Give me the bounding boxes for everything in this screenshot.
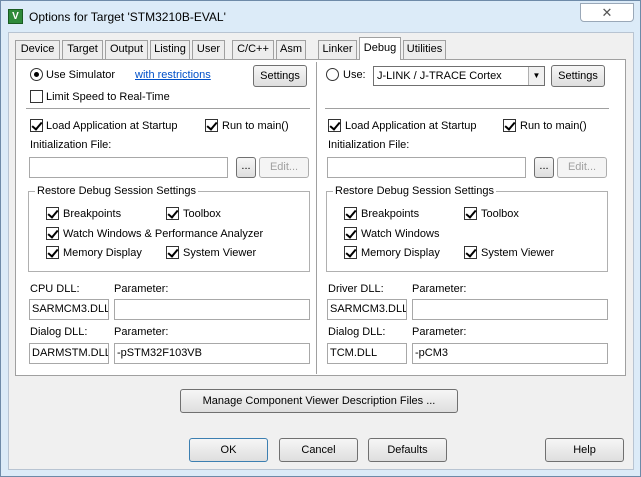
- cpu-dll-parameter-input[interactable]: [114, 299, 310, 320]
- tab-asm[interactable]: Asm: [276, 40, 306, 59]
- tab-device[interactable]: Device: [15, 40, 60, 59]
- title-bar[interactable]: V Options for Target 'STM3210B-EVAL' ✕: [1, 1, 640, 32]
- left-run-to-main-label: Run to main(): [222, 120, 289, 132]
- ok-button[interactable]: OK: [189, 438, 268, 462]
- left-edit-button[interactable]: Edit...: [259, 157, 309, 178]
- left-breakpoints-checkbox[interactable]: [46, 207, 59, 220]
- left-separator: [26, 108, 310, 110]
- right-system-viewer-checkbox[interactable]: [464, 246, 477, 259]
- left-dialog-parameter-label: Parameter:: [114, 326, 169, 338]
- driver-dll-label: Driver DLL:: [328, 283, 384, 295]
- use-debugger-radio[interactable]: [326, 68, 339, 81]
- tab-output[interactable]: Output: [105, 40, 148, 59]
- left-breakpoints-label: Breakpoints: [63, 208, 122, 220]
- left-browse-button[interactable]: ...: [236, 157, 256, 178]
- right-dialog-parameter-input[interactable]: -pCM3: [412, 343, 608, 364]
- with-restrictions-link[interactable]: with restrictions: [135, 69, 211, 81]
- left-load-app-label: Load Application at Startup: [46, 120, 178, 132]
- left-dialog-parameter-input[interactable]: -pSTM32F103VB: [114, 343, 310, 364]
- right-edit-button[interactable]: Edit...: [557, 157, 607, 178]
- right-toolbox-label: Toolbox: [481, 208, 519, 220]
- close-button[interactable]: ✕: [580, 3, 634, 22]
- left-init-file-input[interactable]: [29, 157, 228, 178]
- manage-component-viewer-button[interactable]: Manage Component Viewer Description File…: [180, 389, 458, 413]
- column-divider: [316, 62, 318, 374]
- tab-target[interactable]: Target: [62, 40, 103, 59]
- debugger-select-value: J-LINK / J-TRACE Cortex: [377, 70, 502, 82]
- use-debugger-label: Use:: [343, 69, 366, 81]
- right-restore-group-title: Restore Debug Session Settings: [333, 185, 496, 197]
- driver-dll-parameter-input[interactable]: [412, 299, 608, 320]
- right-dialog-dll-label: Dialog DLL:: [328, 326, 386, 338]
- right-dialog-dll-input[interactable]: TCM.DLL: [327, 343, 407, 364]
- right-init-file-input[interactable]: [327, 157, 526, 178]
- tab-listing[interactable]: Listing: [150, 40, 190, 59]
- right-watch-label: Watch Windows: [361, 228, 440, 240]
- simulator-settings-button[interactable]: Settings: [253, 65, 307, 87]
- left-toolbox-checkbox[interactable]: [166, 207, 179, 220]
- limit-speed-checkbox[interactable]: [30, 90, 43, 103]
- left-load-app-checkbox[interactable]: [30, 119, 43, 132]
- left-toolbox-label: Toolbox: [183, 208, 221, 220]
- use-simulator-label: Use Simulator: [46, 69, 116, 81]
- limit-speed-label: Limit Speed to Real-Time: [46, 91, 170, 103]
- tab-debug[interactable]: Debug: [359, 37, 401, 60]
- cpu-dll-input[interactable]: SARMCM3.DLL: [29, 299, 109, 320]
- debugger-settings-button[interactable]: Settings: [551, 65, 605, 87]
- cancel-button[interactable]: Cancel: [279, 438, 358, 462]
- left-watch-checkbox[interactable]: [46, 227, 59, 240]
- right-system-viewer-label: System Viewer: [481, 247, 555, 259]
- right-watch-checkbox[interactable]: [344, 227, 357, 240]
- left-init-file-label: Initialization File:: [30, 139, 112, 151]
- left-system-viewer-label: System Viewer: [183, 247, 257, 259]
- right-separator: [325, 108, 609, 110]
- left-memory-checkbox[interactable]: [46, 246, 59, 259]
- right-load-app-label: Load Application at Startup: [345, 120, 477, 132]
- right-breakpoints-checkbox[interactable]: [344, 207, 357, 220]
- cpu-dll-parameter-label: Parameter:: [114, 283, 169, 295]
- right-toolbox-checkbox[interactable]: [464, 207, 477, 220]
- help-button[interactable]: Help: [545, 438, 624, 462]
- window-title: Options for Target 'STM3210B-EVAL': [29, 10, 226, 24]
- keil-app-icon: V: [8, 9, 23, 24]
- chevron-down-icon[interactable]: ▼: [528, 67, 544, 85]
- left-system-viewer-checkbox[interactable]: [166, 246, 179, 259]
- use-simulator-radio[interactable]: [30, 68, 43, 81]
- left-watch-label: Watch Windows & Performance Analyzer: [63, 228, 264, 240]
- right-breakpoints-label: Breakpoints: [361, 208, 420, 220]
- left-restore-group-title: Restore Debug Session Settings: [35, 185, 198, 197]
- left-run-to-main-checkbox[interactable]: [205, 119, 218, 132]
- right-browse-button[interactable]: ...: [534, 157, 554, 178]
- driver-dll-input[interactable]: SARMCM3.DLL: [327, 299, 407, 320]
- cpu-dll-label: CPU DLL:: [30, 283, 80, 295]
- left-memory-label: Memory Display: [63, 247, 142, 259]
- right-memory-label: Memory Display: [361, 247, 440, 259]
- right-dialog-parameter-label: Parameter:: [412, 326, 467, 338]
- tab-c-cpp[interactable]: C/C++: [232, 40, 274, 59]
- right-load-app-checkbox[interactable]: [328, 119, 341, 132]
- driver-dll-parameter-label: Parameter:: [412, 283, 467, 295]
- tab-utilities[interactable]: Utilities: [403, 40, 446, 59]
- right-init-file-label: Initialization File:: [328, 139, 410, 151]
- debugger-select[interactable]: J-LINK / J-TRACE Cortex ▼: [373, 66, 545, 86]
- right-run-to-main-checkbox[interactable]: [503, 119, 516, 132]
- left-dialog-dll-input[interactable]: DARMSTM.DLL: [29, 343, 109, 364]
- left-dialog-dll-label: Dialog DLL:: [30, 326, 88, 338]
- right-run-to-main-label: Run to main(): [520, 120, 587, 132]
- right-memory-checkbox[interactable]: [344, 246, 357, 259]
- tab-user[interactable]: User: [192, 40, 225, 59]
- defaults-button[interactable]: Defaults: [368, 438, 447, 462]
- tab-linker[interactable]: Linker: [318, 40, 357, 59]
